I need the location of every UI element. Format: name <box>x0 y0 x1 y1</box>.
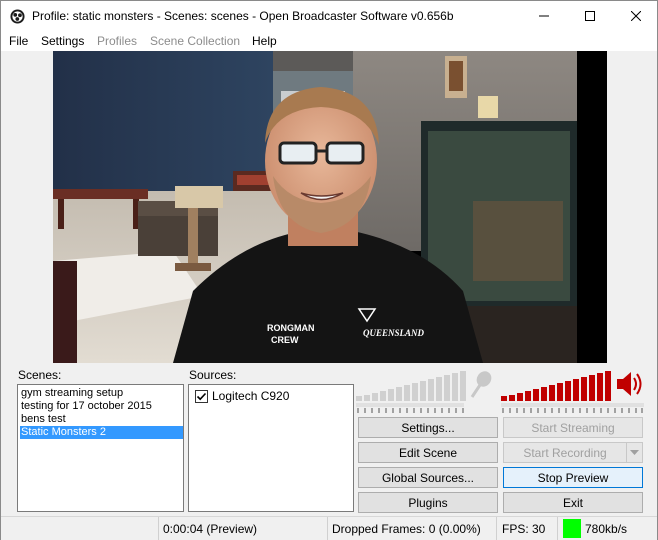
recording-options-dropdown[interactable] <box>626 442 643 463</box>
start-streaming-button[interactable]: Start Streaming <box>503 417 643 438</box>
edit-scene-button[interactable]: Edit Scene <box>358 442 498 463</box>
mic-level-bars <box>356 371 466 401</box>
status-bar: 0:00:04 (Preview) Dropped Frames: 0 (0.0… <box>1 516 657 540</box>
desktop-volume-ticks <box>502 408 643 413</box>
checkmark-icon <box>196 392 207 400</box>
desktop-level-bars <box>501 371 611 401</box>
minimize-icon <box>539 15 549 17</box>
start-recording-button[interactable]: Start Recording <box>503 442 627 463</box>
menu-settings[interactable]: Settings <box>41 34 84 48</box>
sources-list[interactable]: Logitech C920 <box>188 384 354 512</box>
menu-profiles[interactable]: Profiles <box>97 34 137 48</box>
menu-scene-collection[interactable]: Scene Collection <box>150 34 240 48</box>
source-label: Logitech C920 <box>212 389 290 403</box>
desktop-volume-meter[interactable] <box>501 369 646 414</box>
status-time: 0:00:04 (Preview) <box>158 517 326 540</box>
webcam-preview-image: RONGMAN CREW QUEENSLAND <box>53 51 577 363</box>
shirt-logo-text: QUEENSLAND <box>363 328 425 338</box>
scene-item-gym-streaming-setup[interactable]: gym streaming setup <box>20 387 183 400</box>
preview-area[interactable]: RONGMAN CREW QUEENSLAND <box>53 51 607 363</box>
obs-logo-icon <box>10 9 25 24</box>
status-dropped-frames: Dropped Frames: 0 (0.00%) <box>327 517 495 540</box>
minimize-button[interactable] <box>521 1 567 31</box>
scene-item-static-monsters-2[interactable]: Static Monsters 2 <box>20 426 183 439</box>
exit-button[interactable]: Exit <box>503 492 643 513</box>
shirt-text-left2: CREW <box>271 335 299 345</box>
maximize-icon <box>585 11 595 21</box>
obs-window: Profile: static monsters - Scenes: scene… <box>0 0 658 540</box>
speaker-icon[interactable] <box>617 372 642 396</box>
mic-volume-track <box>356 403 464 407</box>
close-button[interactable] <box>613 1 658 31</box>
close-icon <box>631 11 641 21</box>
plugins-button[interactable]: Plugins <box>358 492 498 513</box>
stop-preview-button[interactable]: Stop Preview <box>503 467 643 488</box>
maximize-button[interactable] <box>567 1 613 31</box>
source-checkbox[interactable] <box>195 389 208 403</box>
menu-bar: File Settings Profiles Scene Collection … <box>1 31 657 51</box>
menu-help[interactable]: Help <box>252 34 277 48</box>
source-item-logitech-c920[interactable]: Logitech C920 <box>195 389 289 403</box>
scenes-list[interactable]: gym streaming setup testing for 17 octob… <box>17 384 184 512</box>
window-title: Profile: static monsters - Scenes: scene… <box>32 9 454 23</box>
status-fps: FPS: 30 <box>496 517 556 540</box>
desktop-volume-track <box>501 403 644 407</box>
stream-health-indicator <box>563 519 581 538</box>
scene-item-testing-17-october[interactable]: testing for 17 october 2015 <box>20 400 183 413</box>
chevron-down-icon <box>630 449 639 455</box>
settings-button[interactable]: Settings... <box>358 417 498 438</box>
title-bar[interactable]: Profile: static monsters - Scenes: scene… <box>1 1 657 31</box>
menu-file[interactable]: File <box>9 34 28 48</box>
scene-item-bens-test[interactable]: bens test <box>20 413 183 426</box>
mic-volume-ticks <box>357 408 464 413</box>
mic-volume-meter[interactable] <box>356 369 496 414</box>
scenes-label: Scenes: <box>18 368 62 382</box>
sources-label: Sources: <box>189 368 237 382</box>
shirt-text-left: RONGMAN <box>267 323 315 333</box>
global-sources-button[interactable]: Global Sources... <box>358 467 498 488</box>
microphone-icon[interactable] <box>470 369 494 398</box>
